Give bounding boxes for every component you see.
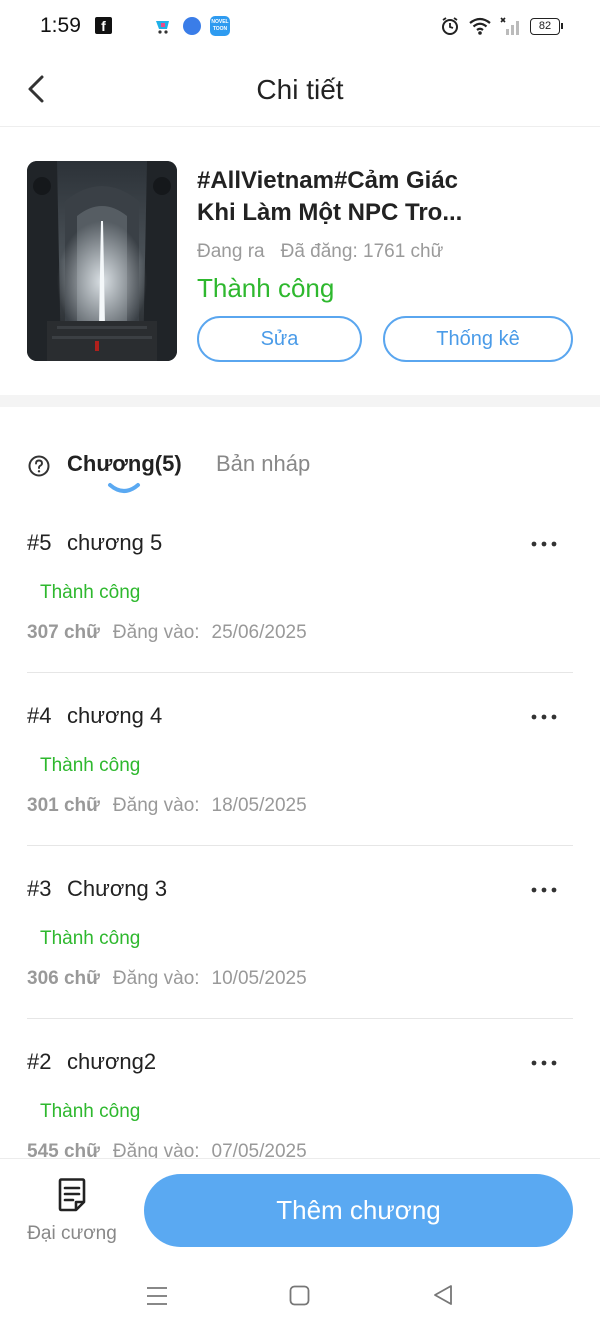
more-options-icon[interactable]	[528, 534, 560, 554]
chapter-posted-label: Đăng vào:	[112, 795, 200, 816]
book-state: Đang ra	[197, 241, 265, 262]
page-title: Chi tiết	[256, 74, 344, 105]
tabs: Chương(5) Bản nháp	[0, 407, 600, 502]
tab-active-indicator	[108, 483, 140, 493]
app-icon	[156, 21, 169, 34]
more-options-icon[interactable]	[528, 1053, 560, 1073]
add-chapter-button[interactable]: Thêm chương	[144, 1174, 573, 1247]
chapter-title: chương2	[67, 1049, 157, 1074]
chapter-word-count: 545 chữ	[27, 1141, 100, 1158]
chapter-posted-label: Đăng vào:	[112, 622, 200, 643]
chapter-number: #3	[27, 876, 52, 901]
wifi-icon	[469, 17, 491, 35]
chapter-number: #5	[27, 530, 52, 555]
chapter-status: Thành công	[40, 755, 141, 776]
chapter-title: chương 4	[67, 703, 163, 728]
chapter-title: chương 5	[67, 530, 163, 555]
chapter-meta: 306 chữ Đăng vào: 10/05/2025	[27, 968, 307, 990]
book-status: Thành công	[197, 273, 335, 303]
header: Chi tiết	[0, 52, 600, 127]
chapter-item[interactable]: #2 chương2 Thành công 545 chữ Đăng vào: 07…	[0, 1019, 600, 1158]
bottom-bar: Đại cương Thêm chương	[0, 1158, 600, 1258]
tab-chapters[interactable]: Chương(5)	[67, 451, 182, 477]
chapter-date: 10/05/2025	[211, 968, 307, 989]
book-title: #AllVietnam#Cảm Giác Khi Làm Một NPC Tro…	[197, 165, 497, 229]
chapter-item[interactable]: #3 Chương 3 Thành công 306 chữ Đăng vào: 1…	[0, 846, 600, 1019]
back-triangle-icon[interactable]	[432, 1284, 454, 1306]
chapter-item[interactable]: #5 chương 5 Thành công 307 chữ Đăng vào: 2…	[0, 500, 600, 673]
chapter-posted-label: Đăng vào:	[112, 1141, 200, 1158]
chapter-word-count: 301 chữ	[27, 795, 100, 816]
system-nav-bar	[0, 1258, 600, 1333]
stats-button[interactable]: Thống kê	[383, 316, 573, 362]
book-cover-image[interactable]	[27, 161, 177, 361]
status-time: 1:59	[40, 14, 81, 37]
chapter-word-count: 306 chữ	[27, 968, 100, 989]
chapter-title: Chương 3	[67, 876, 168, 901]
book-meta: Đang ra Đã đăng: 1761 chữ	[197, 241, 443, 263]
chapter-meta: 301 chữ Đăng vào: 18/05/2025	[27, 795, 307, 817]
book-posted-words: Đã đăng: 1761 chữ	[280, 241, 444, 262]
chapter-status: Thành công	[40, 1101, 141, 1122]
status-icons: 82	[440, 15, 563, 37]
edit-button[interactable]: Sửa	[197, 316, 362, 362]
chapter-meta: 545 chữ Đăng vào: 07/05/2025	[27, 1141, 307, 1158]
chapter-number: #4	[27, 703, 52, 728]
book-title-line: #AllVietnam#Cảm Giác	[197, 167, 459, 194]
more-options-icon[interactable]	[528, 880, 560, 900]
chapter-item[interactable]: #4 chương 4 Thành công 301 chữ Đăng vào: 1…	[0, 673, 600, 846]
document-list-icon[interactable]	[56, 1178, 88, 1212]
section-divider	[0, 395, 600, 407]
book-info: #AllVietnam#Cảm Giác Khi Làm Một NPC Tro…	[0, 127, 600, 397]
tab-drafts[interactable]: Bản nháp	[216, 451, 310, 477]
chapter-date: 25/06/2025	[211, 622, 307, 643]
chapter-status: Thành công	[40, 582, 141, 603]
chapter-number: #2	[27, 1049, 52, 1074]
chapter-meta: 307 chữ Đăng vào: 25/06/2025	[27, 622, 307, 644]
more-options-icon[interactable]	[528, 707, 560, 727]
chapter-word-count: 307 chữ	[27, 622, 100, 643]
book-title-line: Khi Làm Một NPC Tro...	[197, 199, 463, 226]
menu-icon[interactable]	[146, 1286, 168, 1306]
chapter-date: 18/05/2025	[211, 795, 307, 816]
chapter-posted-label: Đăng vào:	[112, 968, 200, 989]
outline-label[interactable]: Đại cương	[20, 1223, 124, 1245]
battery-icon: 82	[530, 17, 563, 35]
facebook-icon: f	[95, 17, 112, 34]
app-icon	[183, 17, 201, 35]
signal-icon	[500, 17, 519, 35]
chapter-status: Thành công	[40, 928, 141, 949]
novel-toon-icon: NOVEL TOON	[210, 16, 230, 36]
question-circle-icon[interactable]	[28, 455, 50, 477]
chapter-list: #5 chương 5 Thành công 307 chữ Đăng vào: 2…	[0, 500, 600, 1158]
chapter-date: 07/05/2025	[211, 1141, 307, 1158]
alarm-icon	[442, 17, 458, 35]
home-icon[interactable]	[289, 1285, 310, 1306]
status-bar: 1:59 f NOVEL TOON 82	[0, 0, 600, 52]
